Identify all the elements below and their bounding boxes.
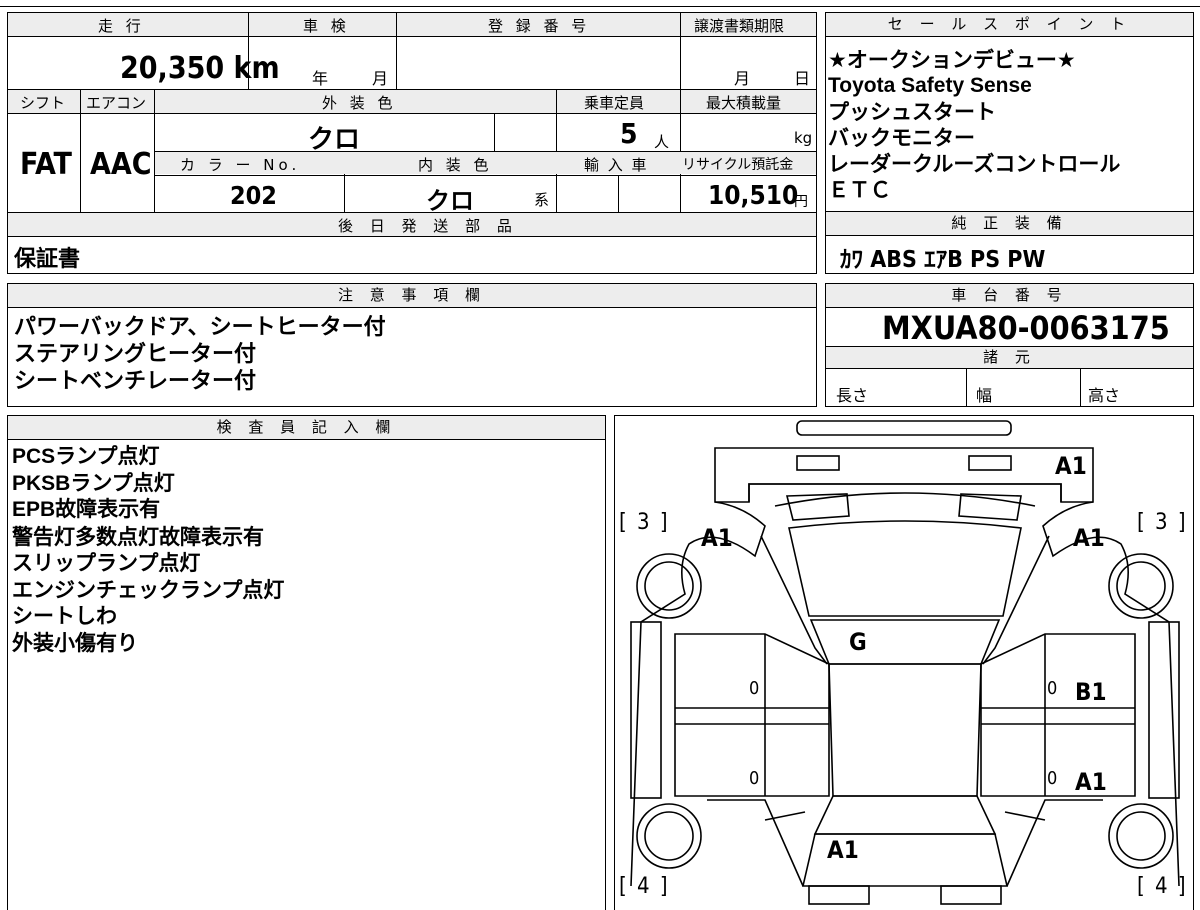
interior-suffix: 系	[534, 191, 550, 209]
damage-mark-left-rear-door: 0	[749, 678, 760, 699]
load-unit: kg	[794, 129, 813, 147]
notes-box: 注 意 事 項 欄 パワーバックドア、シートヒーター付 ステアリングヒーター付 …	[7, 283, 817, 407]
chassis-label: 車 台 番 号	[826, 284, 1193, 308]
note-line: パワーバックドア、シートヒーター付	[14, 315, 386, 340]
note-line: ステアリングヒーター付	[14, 342, 257, 367]
chassis-box: 車 台 番 号 MXUA80-0063175 諸 元 長さ 幅 高さ	[825, 283, 1194, 407]
mileage-value: 20,350 km	[120, 51, 280, 86]
sales-point: ＥＴＣ	[828, 178, 891, 202]
notes-label: 注 意 事 項 欄	[8, 284, 816, 308]
genuine-equipment-value: ｶﾜ ABS ｴｱB PS PW	[840, 247, 1046, 273]
tire-tag-rear-right: [ 3 ]	[1137, 510, 1188, 535]
sales-point: バックモニター	[828, 126, 975, 150]
note-line: シートベンチレーター付	[14, 369, 257, 394]
inspector-label: 検 査 員 記 入 欄	[8, 416, 605, 440]
damage-mark-right-front-door: 0	[1047, 768, 1058, 789]
capacity-unit: 人	[654, 133, 670, 151]
inspector-list: PCSランプ点灯 PKSBランプ点灯 EPB故障表示有 警告灯多数点灯故障表示有…	[12, 444, 284, 656]
damage-mark-rear: A1	[1055, 452, 1087, 480]
inspector-line: 警告灯多数点灯故障表示有	[12, 524, 264, 549]
sales-point: レーダークルーズコントロール	[828, 152, 1121, 176]
interior-color-label: 内 装 色	[418, 156, 493, 174]
damage-mark-left-rear-fender: A1	[701, 524, 733, 552]
length-label: 長さ	[836, 386, 869, 405]
tire-tag-front-right: [ 4 ]	[1137, 874, 1188, 899]
damage-mark-right-rear-door-b1: B1	[1075, 678, 1107, 706]
inspector-line: エンジンチェックランプ点灯	[12, 577, 285, 602]
sales-point: ★オークションデビュー★	[828, 48, 1076, 72]
import-label: 輸 入 車	[584, 156, 649, 174]
specification-label: 諸 元	[826, 347, 1193, 369]
height-label: 高さ	[1088, 386, 1121, 405]
car-outline-diagram	[630, 420, 1180, 905]
registration-label: 登 録 番 号	[488, 17, 591, 35]
inspector-line: PCSランプ点灯	[12, 445, 160, 468]
transfer-month: 月	[734, 69, 751, 88]
damage-mark-right-rear-fender: A1	[1073, 524, 1105, 552]
damage-mark-glass: G	[849, 628, 867, 656]
sales-points-list: ★オークションデビュー★ Toyota Safety Sense プッシュスター…	[828, 47, 1120, 203]
damage-mark-right-rear-door: 0	[1047, 678, 1058, 699]
damage-diagram-box: A1 A1 A1 G 0 0 B1 0 0 A1 A1 [ 3 ] [ 3 ] …	[614, 415, 1194, 910]
recycle-label: リサイクル預託金	[682, 157, 794, 173]
inspector-line: PKSBランプ点灯	[12, 471, 175, 495]
shift-label: シフト	[20, 94, 66, 112]
ac-label: エアコン	[86, 94, 147, 112]
capacity-label: 乗車定員	[584, 94, 645, 112]
shift-value: FAT	[20, 147, 72, 182]
genuine-equipment-box: 純 正 装 備 ｶﾜ ABS ｴｱB PS PW	[825, 211, 1194, 274]
shaken-label: 車 検	[303, 17, 350, 35]
damage-mark-right-front-door-a1: A1	[1075, 768, 1107, 796]
shaken-month: 月	[372, 69, 389, 88]
mileage-label: 走 行	[98, 17, 145, 35]
notes-list: パワーバックドア、シートヒーター付 ステアリングヒーター付 シートベンチレーター…	[14, 314, 386, 395]
later-parts-label: 後 日 発 送 部 品	[338, 217, 518, 235]
capacity-value: 5	[620, 117, 638, 150]
inspector-line: スリップランプ点灯	[12, 551, 201, 575]
color-no-value: 202	[230, 181, 277, 210]
spec-grid: 走 行 車 検 登 録 番 号 譲渡書類期限 20,350 km 年 月 月 日…	[7, 12, 817, 274]
width-label: 幅	[976, 386, 993, 405]
transfer-day: 日	[794, 69, 811, 88]
top-edge-line	[0, 6, 1200, 7]
genuine-equipment-label: 純 正 装 備	[826, 212, 1193, 236]
sales-point: プッシュスタート	[828, 100, 996, 124]
exterior-color-label: 外 装 色	[322, 94, 397, 112]
sales-points-label: セ ー ル ス ポ イ ン ト	[826, 13, 1193, 37]
inspector-box: 検 査 員 記 入 欄 PCSランプ点灯 PKSBランプ点灯 EPB故障表示有 …	[7, 415, 606, 910]
shaken-year: 年	[312, 69, 329, 88]
sales-point: Toyota Safety Sense	[828, 74, 1032, 97]
transfer-deadline-label: 譲渡書類期限	[694, 17, 785, 35]
inspector-line: EPB故障表示有	[12, 498, 161, 521]
ac-value: AAC	[90, 147, 152, 182]
damage-mark-left-front-door: 0	[749, 768, 760, 789]
recycle-value: 10,510	[708, 181, 799, 211]
chassis-number: MXUA80-0063175	[882, 309, 1170, 347]
max-load-label: 最大積載量	[706, 94, 782, 112]
tire-tag-front-left: [ 4 ]	[619, 874, 670, 899]
damage-mark-hood: A1	[827, 836, 859, 864]
inspector-line: 外装小傷有り	[12, 630, 138, 655]
inspector-line: シートしわ	[12, 604, 117, 628]
sales-points-box: セ ー ル ス ポ イ ン ト ★オークションデビュー★ Toyota Safe…	[825, 12, 1194, 212]
tire-tag-rear-left: [ 3 ]	[619, 510, 670, 535]
recycle-unit: 円	[794, 194, 808, 210]
later-parts-value: 保証書	[14, 247, 81, 272]
interior-color-value: クロ	[426, 187, 474, 215]
color-no-label: カ ラ ー No.	[180, 156, 301, 174]
